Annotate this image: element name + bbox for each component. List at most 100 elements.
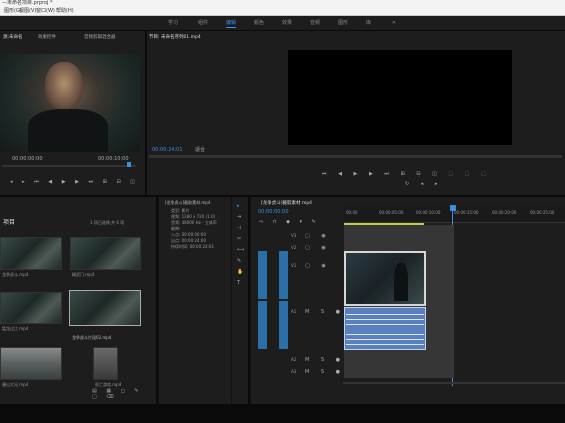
project-panel: 项目 1 项已选择,共 6 项 龙争虎斗.mp4 精武门.mp4 猛龙过江.mp… — [0, 197, 156, 404]
source-scrub-bar[interactable] — [2, 165, 136, 167]
source-timecode-right: 00:00:10:00 — [98, 156, 129, 162]
audio-waveform-line — [346, 334, 424, 335]
workspace-color[interactable]: 颜色 — [254, 19, 264, 27]
audio-waveform-line — [346, 324, 424, 325]
video-clip-thumbnail — [346, 253, 424, 304]
ruler-tick-3: 00:00:15:00 — [454, 210, 479, 215]
project-clip-label-5: 唐山大兄.mp4 — [2, 382, 29, 387]
menu-bar: 图形(G) 视图(V) 窗口(W) 帮助(H) — [0, 7, 565, 16]
audio-waveform-line — [346, 319, 424, 320]
tab-effect-controls[interactable]: 效果控件 — [38, 34, 56, 40]
audio-waveform-line — [346, 339, 424, 340]
project-clip-label-1: 龙争虎斗.mp4 — [2, 272, 29, 277]
project-clip-label-4: 龙争虎斗片段02.mp4 — [72, 335, 112, 340]
audio-clip[interactable] — [344, 307, 426, 350]
pen-tool-icon[interactable]: ✎ — [237, 258, 241, 264]
track-target-v1[interactable] — [279, 251, 288, 299]
razor-tool-icon[interactable]: ✂ — [237, 236, 241, 242]
project-clip-thumb-1[interactable] — [0, 237, 62, 270]
workspace-bar: 学习 组件 编辑 颜色 效果 音频 图形 库 » — [0, 16, 565, 30]
project-item-count: 1 项已选择,共 6 项 — [90, 220, 125, 225]
track-label-a1: A1 — [291, 309, 297, 314]
menu-window[interactable]: 窗口(W) — [36, 8, 55, 15]
project-clip-thumb-6[interactable] — [93, 347, 118, 380]
track-select-tool-icon[interactable]: ⇥ — [237, 214, 241, 220]
program-monitor-panel: 节目: 未命名序列01.mp4 00:00:24:01 适合 ⏮ ◀ ▶ ▶ ⏭… — [147, 31, 565, 195]
ripple-edit-tool-icon[interactable]: ⊣ — [237, 225, 241, 231]
track-target-a1[interactable] — [279, 301, 288, 349]
hand-tool-icon[interactable]: ✋ — [237, 269, 243, 275]
workspace-libraries[interactable]: 库 — [366, 19, 371, 27]
track-label-a2: A2 — [291, 357, 297, 362]
ruler-tick-0: 00:00 — [346, 210, 358, 215]
track-label-a3: A3 — [291, 369, 297, 374]
track-controls-a2[interactable]: M S ● — [305, 357, 345, 363]
project-clip-thumb-2[interactable] — [70, 237, 141, 270]
info-panel: [龙争虎斗]截取素材.mp4 类型: 影片 视频: 1280 x 720 (1.… — [158, 197, 231, 404]
source-patch-a1[interactable] — [258, 301, 267, 349]
source-patch-v1[interactable] — [258, 251, 267, 299]
menu-view[interactable]: 视图(V) — [19, 8, 36, 15]
face-figure — [45, 62, 83, 110]
ruler-tick-5: 00:00:25:00 — [530, 210, 555, 215]
track-controls-a3[interactable]: M S ● — [305, 369, 345, 375]
info-clip-title: [龙争虎斗]截取素材.mp4 — [165, 200, 211, 205]
timeline-panel: [龙争虎斗]截取素材.mp4 00:00:00:00 ⤳ ⊓ ◆ ▾ ✎ 00:… — [250, 197, 565, 404]
tab-program[interactable]: 节目: 未命名序列01.mp4 — [149, 34, 201, 40]
menu-help[interactable]: 帮助(H) — [56, 8, 74, 15]
track-controls-v3[interactable]: ▢ ◉ — [305, 233, 331, 239]
tab-timeline-sequence[interactable]: [龙争虎斗]截取素材.mp4 — [261, 200, 312, 206]
tab-audio-clip-mixer[interactable]: 音频剪辑混合器 — [84, 34, 116, 40]
source-playhead[interactable] — [127, 162, 131, 167]
clip-figure — [394, 263, 408, 301]
selection-tool-icon[interactable]: ▸ — [237, 203, 240, 209]
tools-panel: ▸ ⇥ ⊣ ✂ ⟷ ✎ ✋ T — [231, 197, 248, 404]
program-transport-controls[interactable]: ⏮ ◀ ▶ ▶ ⏭ ⊞ ⊟ ◫ ⬚ ⬚ ⬚ — [322, 171, 491, 177]
source-transport-controls[interactable]: ◂ ▸ ⏮ ◀ ▶ ▶ ⏭ ⊞ ⊟ ◫ — [10, 179, 139, 185]
audio-waveform-line — [346, 314, 424, 315]
app-title: —未命名项目.prproj * — [2, 0, 53, 6]
workspace-graphics[interactable]: 图形 — [338, 19, 348, 27]
workspace-editing[interactable]: 编辑 — [226, 19, 237, 28]
workspace-assembly[interactable]: 组件 — [198, 19, 208, 27]
timeline-timecode[interactable]: 00:00:00:00 — [258, 209, 289, 215]
workspace-effects[interactable]: 效果 — [282, 19, 292, 27]
more-workspaces-icon[interactable]: » — [392, 19, 396, 27]
track-controls-a1[interactable]: M S ● — [305, 309, 345, 315]
track-controls-v2[interactable]: ▢ ◉ — [305, 245, 331, 251]
source-video-frame — [0, 54, 140, 152]
track-label-v1: V1 — [291, 263, 297, 268]
timeline-horizontal-scrollbar[interactable] — [343, 382, 565, 384]
track-label-v2: V2 — [291, 245, 297, 250]
workspace-audio[interactable]: 音频 — [310, 19, 320, 27]
program-extra-controls[interactable]: ↻ ◂ ▸ — [405, 181, 442, 187]
project-bottom-toolbar[interactable]: ▤ ▦ ◻ ✎ ▢ ⌫ — [92, 388, 156, 400]
source-monitor-panel: 源:未命名 效果控件 音频剪辑混合器 00:00:00:00 00:00:10:… — [0, 31, 145, 195]
timeline-playhead-head[interactable] — [450, 205, 456, 223]
tab-source[interactable]: 源:未命名 — [3, 34, 23, 40]
workspace-learn[interactable]: 学习 — [168, 19, 178, 27]
program-fit-dropdown[interactable]: 适合 — [195, 147, 205, 153]
project-clip-thumb-4-selected[interactable] — [69, 290, 141, 326]
type-tool-icon[interactable]: T — [237, 280, 240, 286]
info-row-duration: 持续时间: 00:00:24:01 — [171, 244, 215, 249]
title-bar: —未命名项目.prproj * — [0, 0, 565, 7]
timeline-toolbar[interactable]: ⤳ ⊓ ◆ ▾ ✎ — [259, 219, 320, 225]
track-label-v3: V3 — [291, 233, 297, 238]
program-video-frame — [288, 50, 512, 145]
project-clip-thumb-5[interactable] — [0, 347, 62, 380]
source-timecode-left[interactable]: 00:00:00:00 — [12, 156, 43, 162]
project-clip-label-2: 精武门.mp4 — [72, 272, 95, 277]
video-clip[interactable] — [344, 251, 426, 306]
program-timecode[interactable]: 00:00:24:01 — [152, 147, 183, 153]
audio-waveform-line — [346, 344, 424, 345]
project-clip-label-3: 猛龙过江.mp4 — [2, 326, 29, 331]
slip-tool-icon[interactable]: ⟷ — [237, 247, 244, 253]
ruler-tick-4: 00:00:20:00 — [492, 210, 517, 215]
program-scrub-bar[interactable] — [149, 155, 562, 158]
track-controls-v1[interactable]: ▢ ◉ — [305, 263, 331, 269]
ruler-tick-1: 00:00:05:00 — [379, 210, 404, 215]
tab-project[interactable]: 项目 — [3, 217, 15, 226]
project-clip-thumb-3[interactable] — [0, 292, 62, 324]
figure-body — [28, 109, 108, 152]
